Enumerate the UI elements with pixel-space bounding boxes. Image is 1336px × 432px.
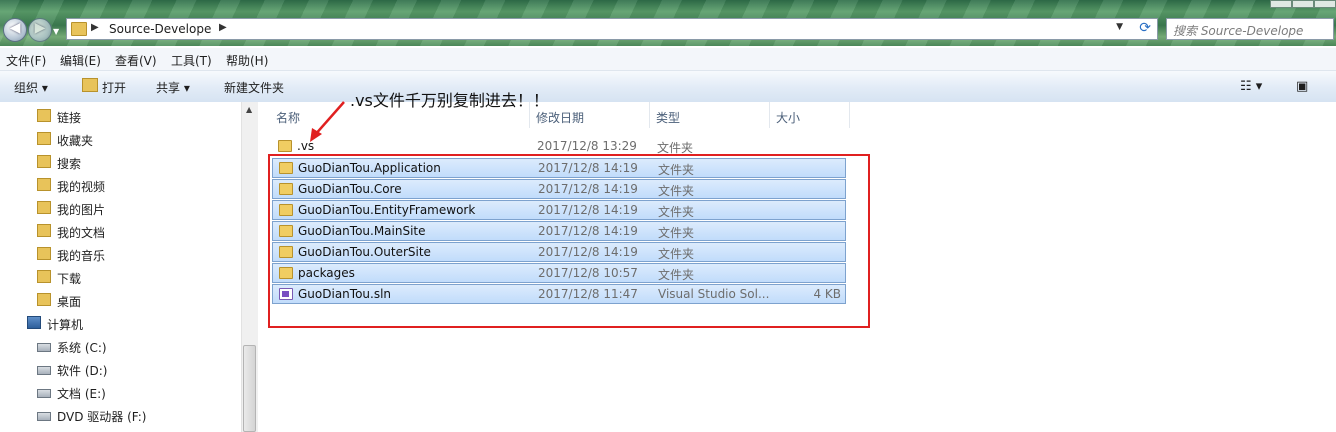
nav-label: 系统 (C:) <box>57 341 107 355</box>
menu-help[interactable]: 帮助(H) <box>226 52 268 69</box>
menu-file[interactable]: 文件(F) <box>6 52 46 69</box>
folder-icon <box>37 109 51 122</box>
nav-label: 文档 (E:) <box>57 387 106 401</box>
organize-button[interactable]: 组织 ▾ <box>14 79 48 96</box>
nav-label: 搜索 <box>57 157 82 171</box>
drive-icon <box>37 343 51 352</box>
command-bar: 组织 ▾ 打开 共享 ▾ 新建文件夹 ☷ ▾ ▣ <box>0 71 1336 103</box>
nav-label: 收藏夹 <box>57 134 94 148</box>
menu-tools[interactable]: 工具(T) <box>171 52 212 69</box>
menu-view[interactable]: 查看(V) <box>115 52 157 69</box>
column-label: 大小 <box>776 111 801 125</box>
chevron-right-icon[interactable]: ▶ <box>219 22 227 33</box>
menu-edit[interactable]: 编辑(E) <box>60 52 101 69</box>
column-header-type[interactable]: 类型 <box>650 102 770 128</box>
open-folder-icon <box>82 78 98 92</box>
file-date: 2017/12/8 13:29 <box>537 139 637 153</box>
folder-icon <box>37 224 51 237</box>
folder-icon <box>37 201 51 214</box>
nav-label: DVD 驱动器 (F:) <box>57 410 147 424</box>
forward-arrow-icon: ▶ <box>34 20 46 36</box>
computer-icon <box>27 316 41 329</box>
nav-label: 我的文档 <box>57 226 106 240</box>
back-arrow-icon: ◀ <box>9 20 21 36</box>
window-controls[interactable] <box>1270 0 1336 8</box>
navigation-pane: 链接 收藏夹 搜索 我的视频 我的图片 我的文档 我的音乐 下载 桌面 计算机 … <box>0 102 241 432</box>
forward-button[interactable]: ▶ <box>28 18 52 42</box>
open-button[interactable]: 打开 <box>102 79 126 96</box>
back-button[interactable]: ◀ <box>3 18 27 42</box>
highlight-box <box>268 154 870 328</box>
folder-icon <box>37 178 51 191</box>
nav-label: 计算机 <box>47 318 84 332</box>
column-header-size[interactable]: 大小 <box>770 102 850 128</box>
search-placeholder: 搜索 Source-Develope <box>1173 24 1304 38</box>
folder-icon <box>37 270 51 283</box>
address-path[interactable]: Source-Develope <box>109 22 211 36</box>
recent-pages-dropdown[interactable]: ▼ <box>53 27 59 36</box>
nav-label: 我的音乐 <box>57 249 106 263</box>
drive-icon <box>37 389 51 398</box>
preview-pane-icon[interactable]: ▣ <box>1296 79 1308 94</box>
column-label: 类型 <box>656 111 681 125</box>
dvd-icon <box>37 412 51 421</box>
annotation-arrow-icon <box>310 101 345 142</box>
search-input[interactable]: 搜索 Source-Develope <box>1166 18 1334 40</box>
menu-bar: 文件(F) 编辑(E) 查看(V) 工具(T) 帮助(H) <box>0 48 1336 71</box>
folder-icon <box>71 22 87 36</box>
nav-scrollbar[interactable]: ▲ <box>241 102 258 432</box>
nav-label: 我的图片 <box>57 203 106 217</box>
nav-label: 我的视频 <box>57 180 106 194</box>
nav-label: 下载 <box>57 272 82 286</box>
explorer-content: 链接 收藏夹 搜索 我的视频 我的图片 我的文档 我的音乐 下载 桌面 计算机 … <box>0 102 1336 432</box>
nav-label: 软件 (D:) <box>57 364 108 378</box>
nav-label: 桌面 <box>57 295 82 309</box>
scrollbar-thumb[interactable] <box>243 345 256 432</box>
address-dropdown-icon[interactable]: ▼ <box>1116 22 1123 32</box>
folder-icon <box>37 293 51 306</box>
column-label: 名称 <box>276 111 301 125</box>
column-label: 修改日期 <box>536 111 585 125</box>
refresh-icon[interactable]: ⟳ <box>1139 20 1151 36</box>
folder-icon <box>278 140 292 152</box>
folder-icon <box>37 247 51 260</box>
share-button[interactable]: 共享 ▾ <box>156 79 190 96</box>
address-bar[interactable]: ▶ Source-Develope ▶ ▼ ⟳ <box>66 18 1158 40</box>
view-options-icon[interactable]: ☷ ▾ <box>1240 79 1262 94</box>
folder-icon <box>37 155 51 168</box>
drive-icon <box>37 366 51 375</box>
scroll-up-icon[interactable]: ▲ <box>246 105 252 114</box>
new-folder-button[interactable]: 新建文件夹 <box>224 79 284 96</box>
folder-icon <box>37 132 51 145</box>
nav-label: 链接 <box>57 111 82 125</box>
chevron-right-icon[interactable]: ▶ <box>91 22 99 33</box>
annotation-text: .vs文件千万别复制进去！！ <box>350 91 549 110</box>
